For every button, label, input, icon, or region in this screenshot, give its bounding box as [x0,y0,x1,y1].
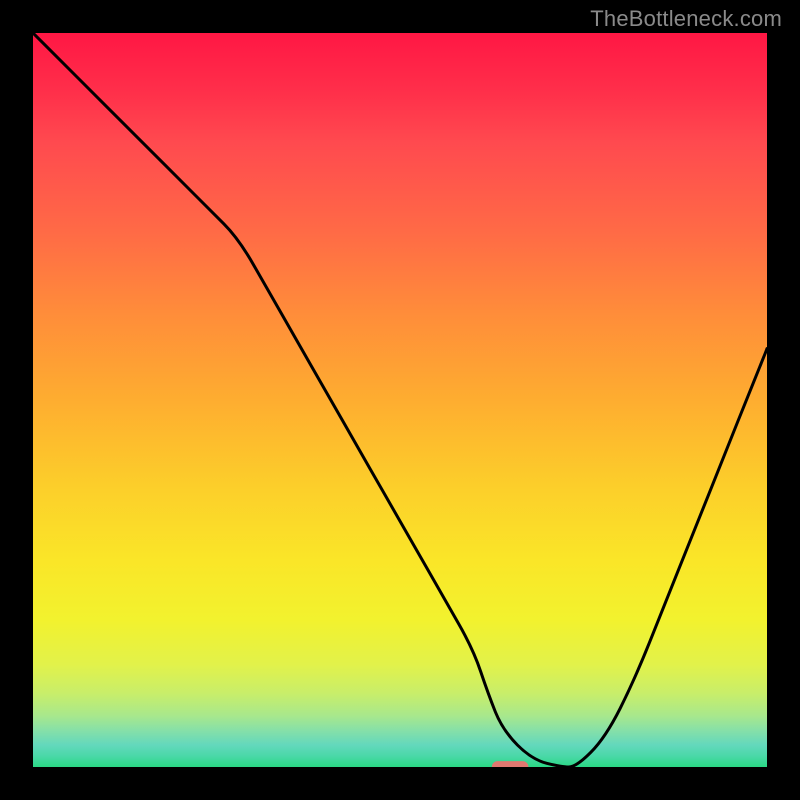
chart-frame: TheBottleneck.com [0,0,800,800]
gradient-plot-area [33,33,767,767]
watermark-text: TheBottleneck.com [590,6,782,32]
